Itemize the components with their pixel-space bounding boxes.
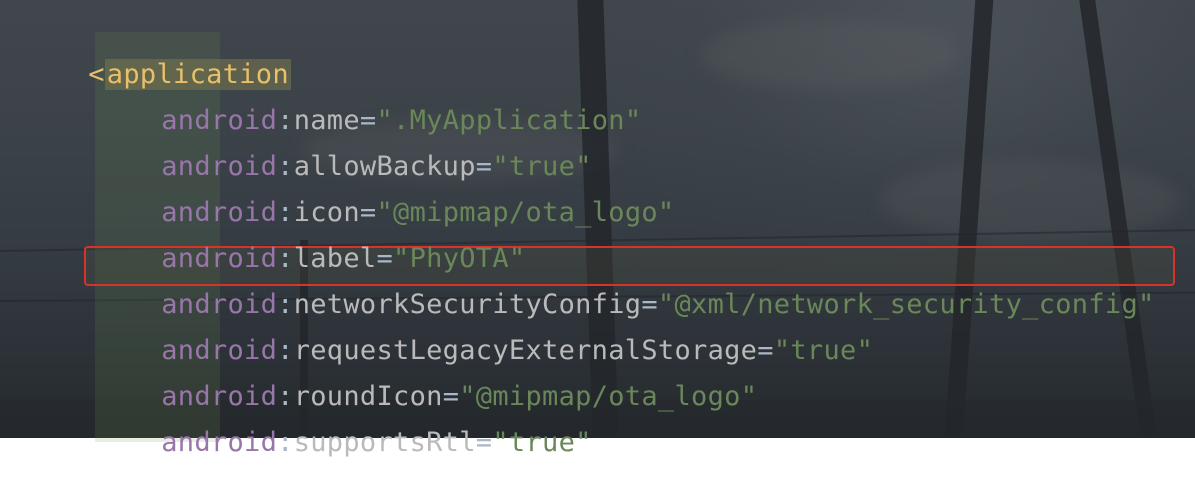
code-line-attribute[interactable]: android:allowBackup="true" bbox=[95, 107, 592, 182]
code-line-attribute-highlighted[interactable]: android:networkSecurityConfig="@xml/netw… bbox=[95, 245, 1155, 320]
attr-equals: = bbox=[475, 427, 493, 458]
code-line-attribute[interactable]: android:label="PhyOTA" bbox=[95, 199, 525, 274]
attr-namespace: android bbox=[161, 427, 278, 458]
attr-equals: = bbox=[757, 335, 774, 366]
code-line-attribute[interactable]: android:roundIcon="@mipmap/ota_logo" bbox=[95, 337, 757, 412]
attr-value: "true" bbox=[492, 427, 592, 458]
code-line-attribute[interactable]: android:supportsRtl="true" bbox=[95, 383, 592, 458]
code-line-attribute[interactable]: android:requestLegacyExternalStorage="tr… bbox=[95, 291, 873, 366]
code-editor[interactable]: <application android:name=".MyApplicatio… bbox=[0, 0, 1195, 458]
attr-name: supportsRtl bbox=[293, 427, 476, 458]
code-line-application-tag[interactable]: <application bbox=[22, 15, 291, 90]
attr-value: "true" bbox=[773, 335, 874, 366]
attr-colon: : bbox=[277, 427, 294, 458]
code-line-attribute[interactable]: android:icon="@mipmap/ota_logo" bbox=[95, 153, 674, 228]
code-line-attribute[interactable]: android:name=".MyApplication" bbox=[95, 61, 641, 136]
